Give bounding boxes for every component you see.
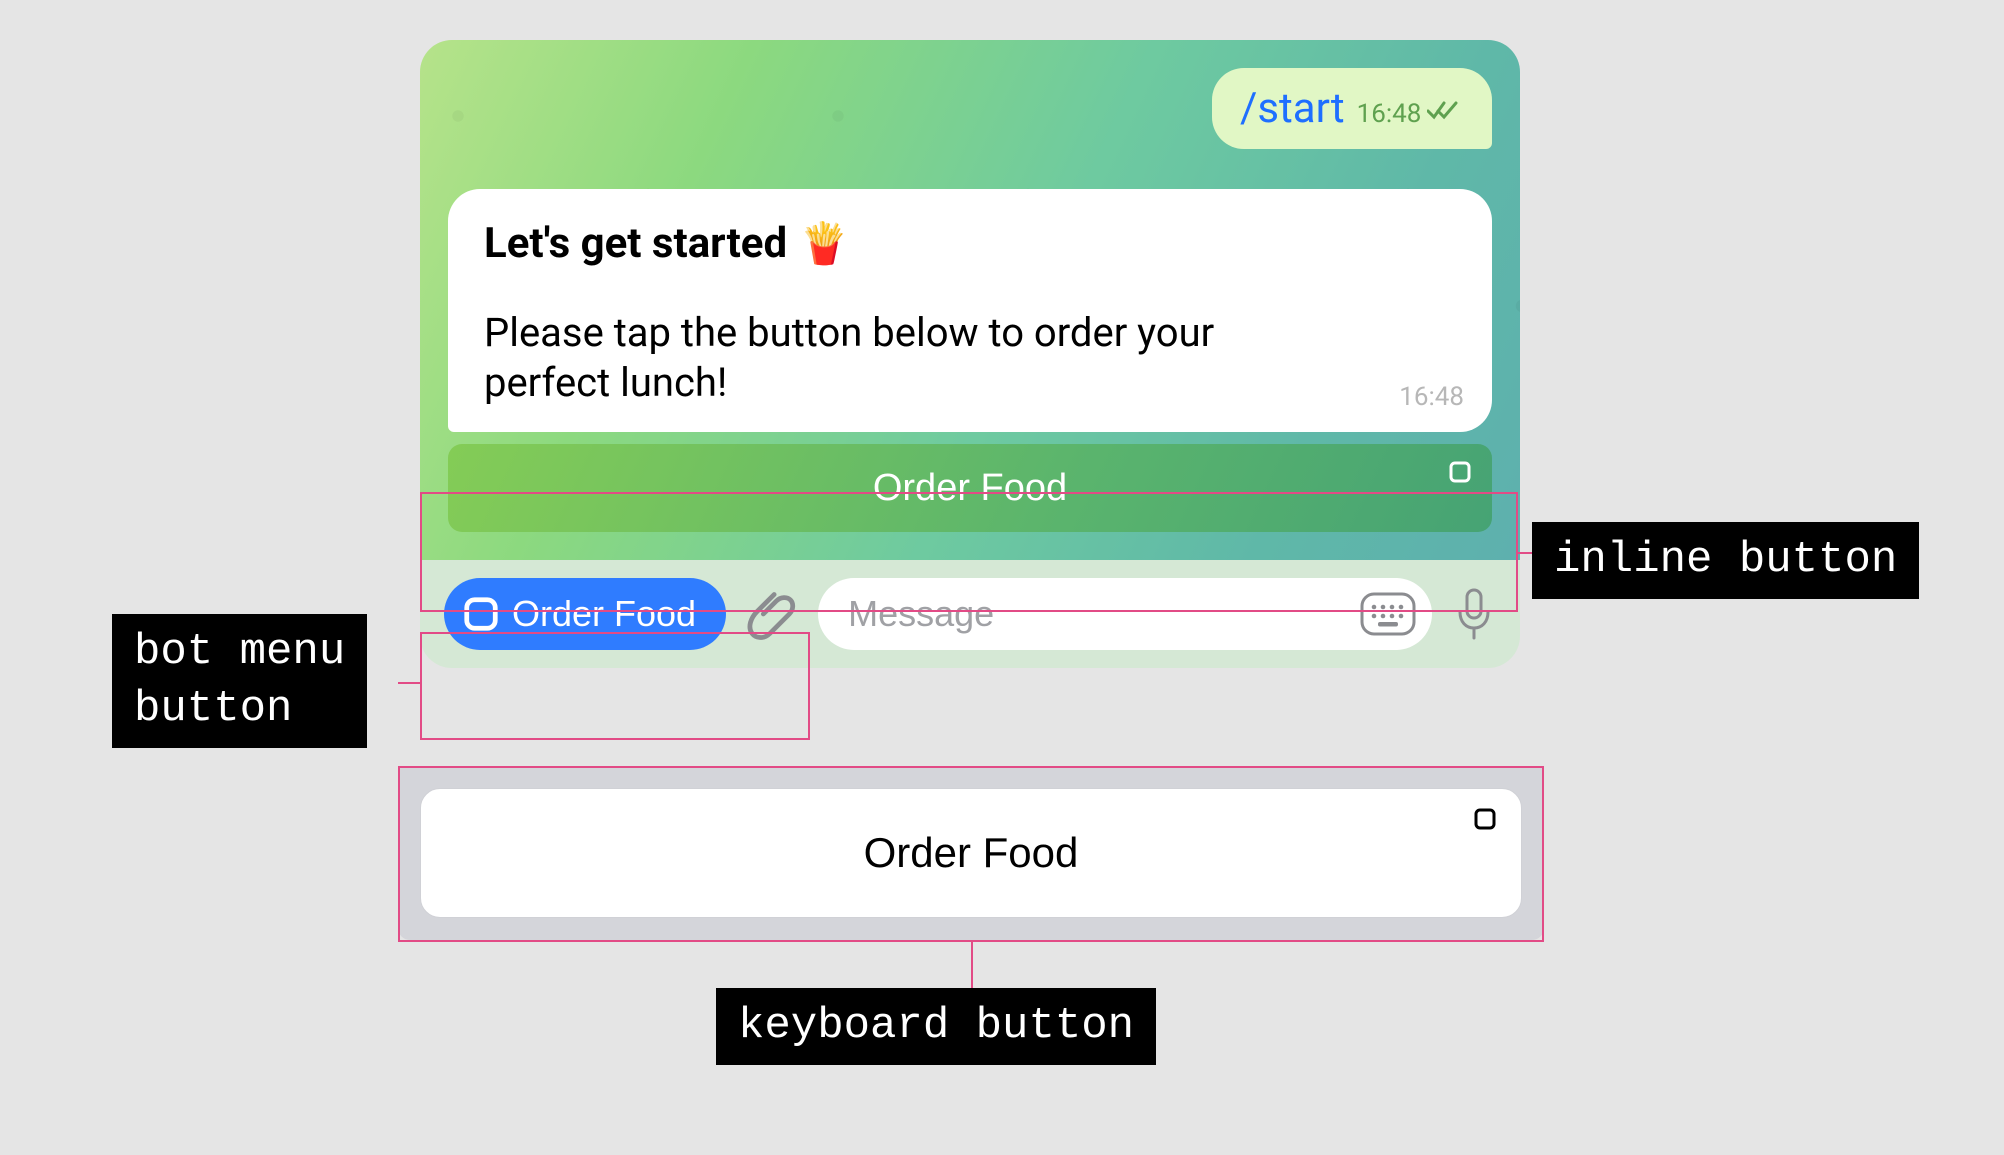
inline-button[interactable]: Order Food	[448, 444, 1492, 532]
annotation-connector	[398, 682, 420, 684]
bot-menu-button-label: Order Food	[512, 593, 696, 635]
message-input[interactable]	[848, 593, 1360, 635]
command-link[interactable]: /start	[1240, 84, 1345, 133]
message-meta: 16:48	[1357, 99, 1460, 129]
webapp-icon	[1448, 460, 1472, 484]
incoming-message[interactable]: Let's get started 🍟 Please tap the butto…	[448, 189, 1492, 432]
message-time: 16:48	[1357, 99, 1422, 129]
read-check-icon	[1427, 99, 1459, 129]
input-bar: Order Food	[420, 560, 1520, 668]
keyboard-toggle-icon[interactable]	[1360, 592, 1416, 636]
message-time: 16:48	[1399, 382, 1464, 412]
annotation-connector	[971, 942, 973, 990]
message-title-text: Let's get started	[484, 219, 787, 268]
inline-button-label: Order Food	[873, 467, 1067, 509]
keyboard-button[interactable]: Order Food	[420, 788, 1522, 918]
message-body: Please tap the button below to order you…	[484, 308, 1456, 408]
message-input-wrap	[818, 578, 1432, 650]
chat-background: /start 16:48 Let's get started 🍟 Please …	[420, 40, 1520, 560]
annotation-label-menu: bot menu button	[112, 614, 367, 748]
webapp-icon	[1473, 807, 1497, 831]
attach-icon[interactable]	[746, 588, 798, 640]
bot-menu-button[interactable]: Order Food	[444, 578, 726, 650]
annotation-label-inline: inline button	[1532, 522, 1919, 599]
message-title: Let's get started 🍟	[484, 219, 1456, 268]
microphone-icon[interactable]	[1452, 586, 1496, 642]
keyboard-panel: Order Food	[398, 766, 1544, 940]
inline-button-row: Order Food	[448, 444, 1492, 560]
annotation-label-keyboard: keyboard button	[716, 988, 1156, 1065]
webapp-icon	[462, 595, 500, 633]
keyboard-button-label: Order Food	[864, 829, 1079, 876]
chat-window: /start 16:48 Let's get started 🍟 Please …	[420, 40, 1520, 668]
outgoing-message[interactable]: /start 16:48	[1212, 68, 1492, 149]
fries-icon: 🍟	[799, 220, 849, 267]
